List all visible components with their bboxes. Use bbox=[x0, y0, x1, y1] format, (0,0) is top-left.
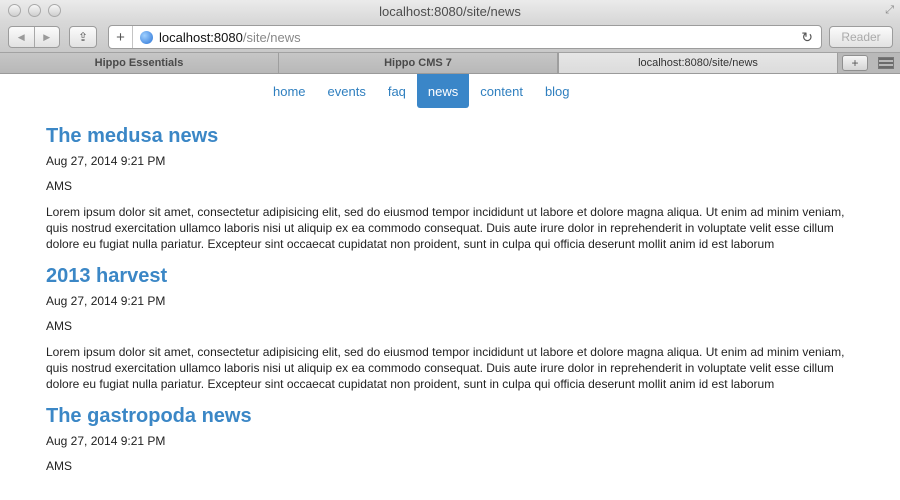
new-tab-button[interactable]: + bbox=[842, 55, 868, 71]
nav-item-faq[interactable]: faq bbox=[377, 74, 417, 108]
history-buttons: ◀ ▶ bbox=[8, 26, 60, 48]
nav-item-blog[interactable]: blog bbox=[534, 74, 581, 108]
news-item: The medusa news Aug 27, 2014 9:21 PM AMS… bbox=[46, 124, 866, 252]
share-button[interactable]: ⇪ bbox=[69, 26, 97, 48]
fullscreen-icon[interactable]: ⤢ bbox=[885, 4, 894, 17]
news-summary: Lorem ipsum dolor sit amet, consectetur … bbox=[46, 205, 845, 251]
forward-arrow-icon[interactable]: ▶ bbox=[33, 27, 60, 47]
url-text[interactable]: localhost:8080/site/news bbox=[159, 30, 301, 45]
tab-hippo-cms[interactable]: Hippo CMS 7 bbox=[279, 53, 558, 73]
tab-list-icon[interactable] bbox=[878, 57, 894, 69]
nav-item-home[interactable]: home bbox=[262, 74, 317, 108]
address-bar[interactable]: + localhost:8080/site/news ↻ bbox=[108, 25, 822, 49]
site-navigation: home events faq news content blog bbox=[262, 74, 581, 108]
news-item: 2013 harvest Aug 27, 2014 9:21 PM AMS Lo… bbox=[46, 264, 866, 392]
plus-icon[interactable]: + bbox=[109, 26, 133, 48]
news-list: The medusa news Aug 27, 2014 9:21 PM AMS… bbox=[46, 124, 866, 486]
tab-site-news[interactable]: localhost:8080/site/news bbox=[558, 53, 838, 73]
news-author: AMS bbox=[46, 459, 73, 473]
news-author: AMS bbox=[46, 179, 73, 193]
nav-item-news[interactable]: news bbox=[416, 74, 470, 108]
news-summary: Lorem ipsum dolor sit amet, consectetur … bbox=[46, 345, 845, 391]
tab-hippo-essentials[interactable]: Hippo Essentials bbox=[0, 53, 279, 73]
reader-button[interactable]: Reader bbox=[829, 26, 893, 48]
web-page: home events faq news content blog The me… bbox=[0, 74, 900, 500]
window-titlebar: localhost:8080/site/news ⤢ bbox=[0, 0, 900, 22]
news-date: Aug 27, 2014 9:21 PM bbox=[46, 294, 166, 308]
back-arrow-icon[interactable]: ◀ bbox=[9, 27, 34, 47]
news-date: Aug 27, 2014 9:21 PM bbox=[46, 154, 166, 168]
url-path: /site/news bbox=[242, 29, 301, 45]
nav-item-events[interactable]: events bbox=[317, 74, 377, 108]
news-item: The gastropoda news Aug 27, 2014 9:21 PM… bbox=[46, 404, 866, 474]
globe-icon bbox=[140, 30, 153, 44]
news-title-link[interactable]: The medusa news bbox=[46, 124, 866, 148]
share-icon: ⇪ bbox=[77, 30, 89, 44]
tab-bar: Hippo Essentials Hippo CMS 7 localhost:8… bbox=[0, 52, 900, 74]
nav-item-content[interactable]: content bbox=[469, 74, 534, 108]
browser-toolbar: ◀ ▶ ⇪ + localhost:8080/site/news ↻ Reade… bbox=[0, 22, 900, 52]
reload-icon[interactable]: ↻ bbox=[801, 29, 813, 46]
news-author: AMS bbox=[46, 319, 73, 333]
window-title: localhost:8080/site/news bbox=[379, 4, 521, 19]
news-title-link[interactable]: The gastropoda news bbox=[46, 404, 866, 428]
news-date: Aug 27, 2014 9:21 PM bbox=[46, 434, 166, 448]
url-host: localhost:8080 bbox=[159, 29, 243, 45]
news-title-link[interactable]: 2013 harvest bbox=[46, 264, 866, 288]
plus-icon: + bbox=[851, 56, 859, 70]
